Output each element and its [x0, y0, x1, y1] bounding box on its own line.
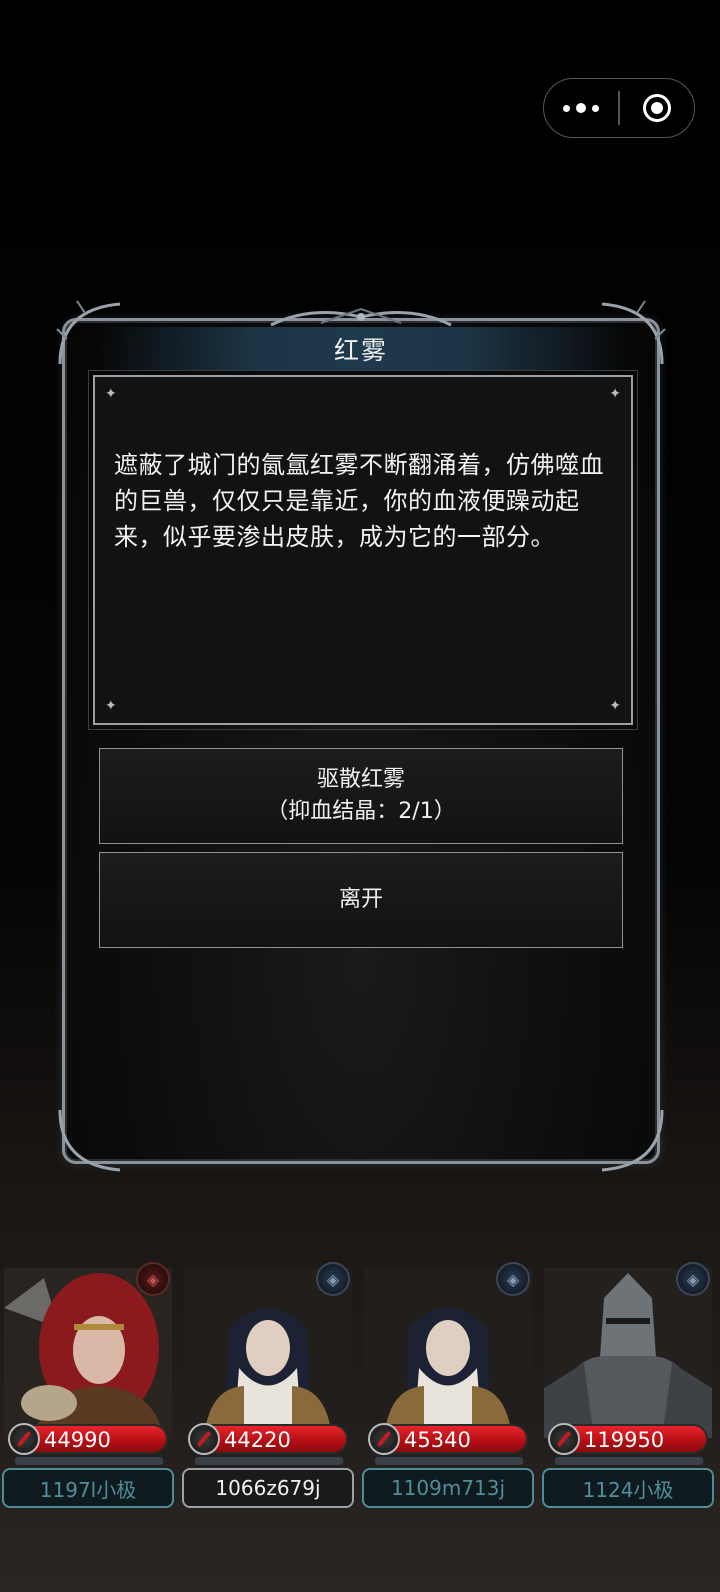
event-title: 红雾 — [333, 336, 388, 365]
more-dots-icon[interactable] — [544, 79, 618, 137]
target-close-icon — [642, 94, 671, 122]
event-dialog: 红雾 ✦ ✦ ✦ ✦ 遮蔽了城门的氤氲红雾不断翻涌着，仿佛噬血的巨兽，仅仅只是靠… — [56, 300, 666, 1172]
mana-bar — [194, 1456, 344, 1466]
corner-ornament-icon — [58, 1109, 121, 1172]
dispel-red-mist-button[interactable]: 驱散红雾 （抑血结晶：2/1） — [99, 748, 623, 844]
class-emblem-icon: ◈ — [316, 1262, 350, 1296]
hp-bar: 119950 — [548, 1423, 708, 1455]
player-name[interactable]: 1197l小极 — [2, 1468, 174, 1508]
sparkle-icon: ✦ — [609, 386, 621, 402]
sparkle-icon: ✦ — [105, 386, 117, 402]
sword-icon — [8, 1423, 40, 1455]
hp-value: 45340 — [404, 1428, 471, 1452]
player-name[interactable]: 1109m713j — [362, 1468, 534, 1508]
event-story-text: 遮蔽了城门的氤氲红雾不断翻涌着，仿佛噬血的巨兽，仅仅只是靠近，你的血液便躁动起来… — [114, 451, 604, 551]
hp-value: 44990 — [44, 1428, 111, 1452]
corner-ornament-icon — [601, 1109, 664, 1172]
party-member[interactable]: ◈ 119950 1124小极 — [540, 1258, 716, 1514]
dialog-titlebar: 红雾 — [95, 327, 627, 371]
hp-value: 44220 — [224, 1428, 291, 1452]
option-cost: （抑血结晶：2/1） — [266, 799, 456, 824]
class-emblem-icon: ◈ — [496, 1262, 530, 1296]
party-member[interactable]: ◈ 44220 1066z679j — [180, 1258, 356, 1514]
player-name[interactable]: 1124小极 — [542, 1468, 714, 1508]
story-panel: ✦ ✦ ✦ ✦ 遮蔽了城门的氤氲红雾不断翻涌着，仿佛噬血的巨兽，仅仅只是靠近，你… — [88, 370, 638, 730]
close-miniprogram-button[interactable] — [620, 94, 695, 122]
option-label: 驱散红雾 — [316, 767, 405, 792]
sparkle-icon: ✦ — [609, 698, 621, 714]
party-member[interactable]: ◈ 45340 1109m713j — [360, 1258, 536, 1514]
mana-bar — [14, 1456, 164, 1466]
mana-bar — [374, 1456, 524, 1466]
sword-icon — [548, 1423, 580, 1455]
player-name[interactable]: 1066z679j — [182, 1468, 354, 1508]
hp-bar: 44990 — [8, 1423, 168, 1455]
sword-icon — [368, 1423, 400, 1455]
sword-icon — [188, 1423, 220, 1455]
party-member[interactable]: ◈ 44990 1197l小极 — [0, 1258, 176, 1514]
miniprogram-capsule — [543, 78, 695, 138]
class-emblem-icon: ◈ — [676, 1262, 710, 1296]
class-emblem-icon: ◈ — [136, 1262, 170, 1296]
hp-bar: 45340 — [368, 1423, 528, 1455]
party-roster: ◈ 44990 1197l小极 ◈ 44220 1066z679j ◈ 4534… — [0, 1258, 720, 1538]
hp-bar: 44220 — [188, 1423, 348, 1455]
leave-button[interactable]: 离开 — [99, 852, 623, 948]
option-label: 离开 — [338, 887, 383, 912]
hp-value: 119950 — [584, 1428, 665, 1452]
mana-bar — [554, 1456, 704, 1466]
sparkle-icon: ✦ — [105, 698, 117, 714]
